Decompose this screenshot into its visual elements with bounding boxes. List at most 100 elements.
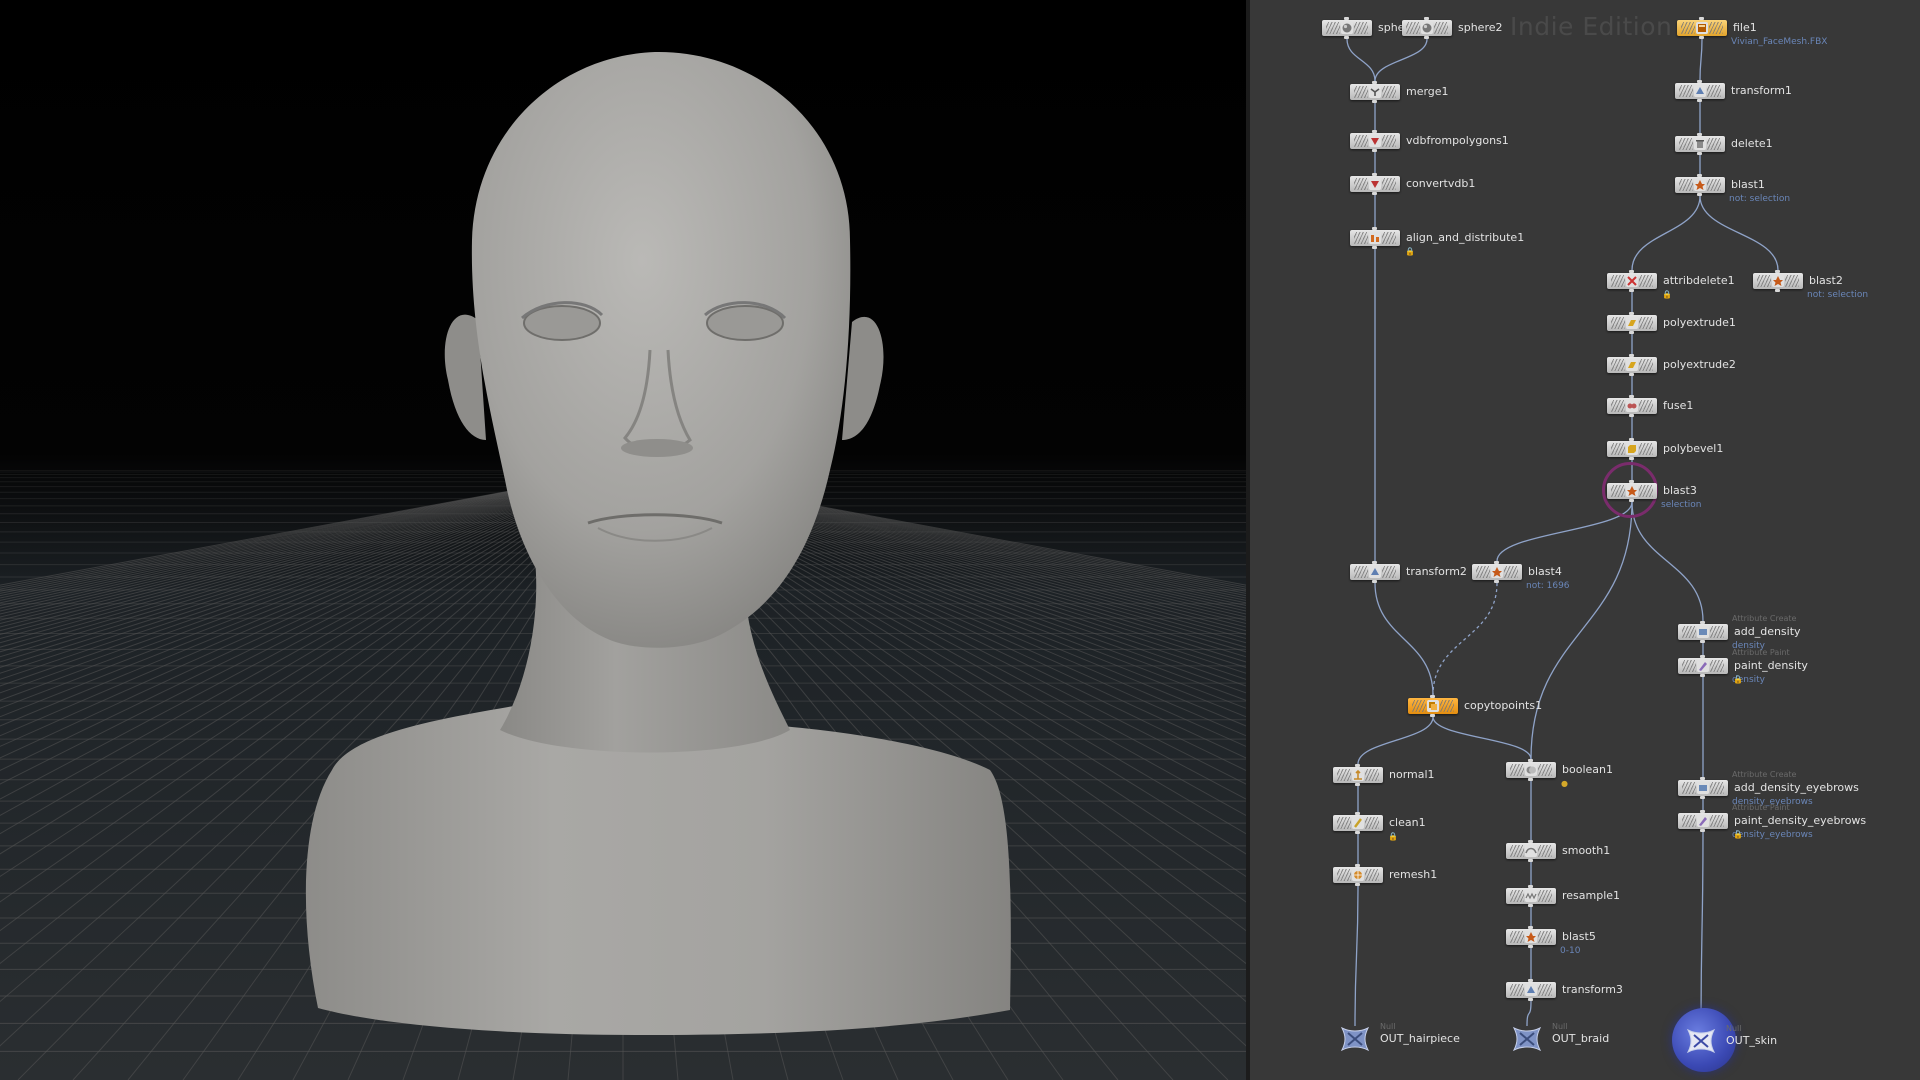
node-OUT_skin[interactable]: [1684, 1026, 1718, 1056]
node-label: OUT_skin: [1726, 1034, 1778, 1047]
null-icon: [1512, 1026, 1542, 1052]
node-label: vdbfrompolygons1: [1406, 134, 1509, 147]
lock-icon: 🔒: [1388, 832, 1398, 841]
node-label: align_and_distribute1: [1406, 231, 1525, 244]
node-polyextrude2[interactable]: [1607, 354, 1657, 376]
fuse-icon: [1626, 400, 1638, 412]
node-delete1[interactable]: [1675, 133, 1725, 155]
node-label: remesh1: [1389, 868, 1438, 881]
boolean-icon: [1525, 764, 1537, 776]
node-parameter-label: not: selection: [1807, 290, 1869, 300]
node-label: OUT_braid: [1552, 1032, 1610, 1045]
houdini-workspace: Indie Edition sphere1 sphere2 file1 Vivian_…: [0, 0, 1920, 1080]
node-sphere2[interactable]: [1402, 17, 1452, 39]
attribcreate-icon: [1697, 782, 1709, 794]
node-label: transform1: [1731, 84, 1792, 97]
node-paint_density[interactable]: [1678, 655, 1728, 677]
attribpaint-icon: [1697, 660, 1709, 672]
node-type-label: Null: [1380, 1022, 1396, 1031]
node-label: resample1: [1562, 889, 1621, 902]
normal-icon: [1352, 769, 1364, 781]
node-parameter-label: 0-10: [1560, 946, 1581, 956]
merge-icon: [1369, 86, 1381, 98]
polyextrude-icon: [1626, 317, 1638, 329]
edition-watermark: Indie Edition: [1510, 12, 1673, 41]
node-transform3[interactable]: [1506, 979, 1556, 1001]
node-blast3[interactable]: [1607, 480, 1657, 502]
clean-icon: [1352, 817, 1364, 829]
transform-icon: [1525, 984, 1537, 996]
node-label: copytopoints1: [1464, 699, 1543, 712]
node-label: smooth1: [1562, 844, 1611, 857]
node-label: attribdelete1: [1663, 274, 1735, 287]
node-label: boolean1: [1562, 763, 1613, 776]
node-OUT_hairpiece[interactable]: [1338, 1024, 1372, 1054]
node-parameter-label: not: selection: [1729, 194, 1791, 204]
node-label: sphere2: [1458, 21, 1503, 34]
node-resample1[interactable]: [1506, 885, 1556, 907]
node-remesh1[interactable]: [1333, 864, 1383, 886]
node-smooth1[interactable]: [1506, 840, 1556, 862]
align-icon: [1369, 232, 1381, 244]
node-blast5[interactable]: [1506, 926, 1556, 948]
node-label: paint_density_eyebrows: [1734, 814, 1867, 827]
node-attribdelete1[interactable]: [1607, 270, 1657, 292]
node-add_density_eyebrows[interactable]: [1678, 777, 1728, 799]
node-paint_density_eyebrows[interactable]: [1678, 810, 1728, 832]
node-label: blast1: [1731, 178, 1765, 191]
node-file1[interactable]: [1677, 17, 1727, 39]
attribdelete-icon: [1626, 275, 1638, 287]
blast-icon: [1694, 179, 1706, 191]
3d-viewport[interactable]: [0, 0, 1246, 1080]
node-vdbfrompolygons1[interactable]: [1350, 130, 1400, 152]
node-blast1[interactable]: [1675, 174, 1725, 196]
node-transform2[interactable]: [1350, 561, 1400, 583]
node-convertvdb1[interactable]: [1350, 173, 1400, 195]
node-type-label: Null: [1726, 1024, 1742, 1033]
null-icon: [1340, 1026, 1370, 1052]
node-parameter-label: Vivian_FaceMesh.FBX: [1731, 37, 1828, 47]
node-label: fuse1: [1663, 399, 1694, 412]
node-label: convertvdb1: [1406, 177, 1476, 190]
lock-icon: 🔒: [1733, 675, 1743, 684]
node-clean1[interactable]: [1333, 812, 1383, 834]
node-type-label: Attribute Create: [1732, 770, 1797, 779]
node-label: merge1: [1406, 85, 1449, 98]
node-sphere1[interactable]: [1322, 17, 1372, 39]
blast-icon: [1772, 275, 1784, 287]
attribpaint-icon: [1697, 815, 1709, 827]
node-label: blast4: [1528, 565, 1562, 578]
network-editor[interactable]: Indie Edition: [1250, 0, 1920, 1080]
smooth-icon: [1525, 845, 1537, 857]
node-align_and_distribute1[interactable]: [1350, 227, 1400, 249]
attribcreate-icon: [1697, 626, 1709, 638]
node-fuse1[interactable]: [1607, 395, 1657, 417]
node-type-label: Null: [1552, 1022, 1568, 1031]
node-label: polyextrude1: [1663, 316, 1736, 329]
node-copytopoints1[interactable]: [1408, 695, 1458, 717]
node-merge1[interactable]: [1350, 81, 1400, 103]
node-label: file1: [1733, 21, 1757, 34]
sphere-icon: [1341, 22, 1353, 34]
null-icon: [1686, 1028, 1716, 1054]
vdb-icon: [1369, 135, 1381, 147]
node-boolean1[interactable]: [1506, 759, 1556, 781]
file-icon: [1696, 22, 1708, 34]
blast-icon: [1525, 931, 1537, 943]
node-blast2[interactable]: [1753, 270, 1803, 292]
node-polybevel1[interactable]: [1607, 438, 1657, 460]
node-transform1[interactable]: [1675, 80, 1725, 102]
node-label: OUT_hairpiece: [1380, 1032, 1460, 1045]
node-polyextrude1[interactable]: [1607, 312, 1657, 334]
node-label: blast2: [1809, 274, 1843, 287]
node-add_density[interactable]: [1678, 621, 1728, 643]
node-type-label: Attribute Paint: [1732, 803, 1790, 812]
blast-icon: [1626, 485, 1638, 497]
node-OUT_braid[interactable]: [1510, 1024, 1544, 1054]
node-blast4[interactable]: [1472, 561, 1522, 583]
lock-icon: 🔒: [1405, 247, 1415, 256]
transform-icon: [1369, 566, 1381, 578]
viewport-scene: [0, 0, 1246, 1080]
node-normal1[interactable]: [1333, 764, 1383, 786]
lock-icon: 🔒: [1662, 290, 1672, 299]
